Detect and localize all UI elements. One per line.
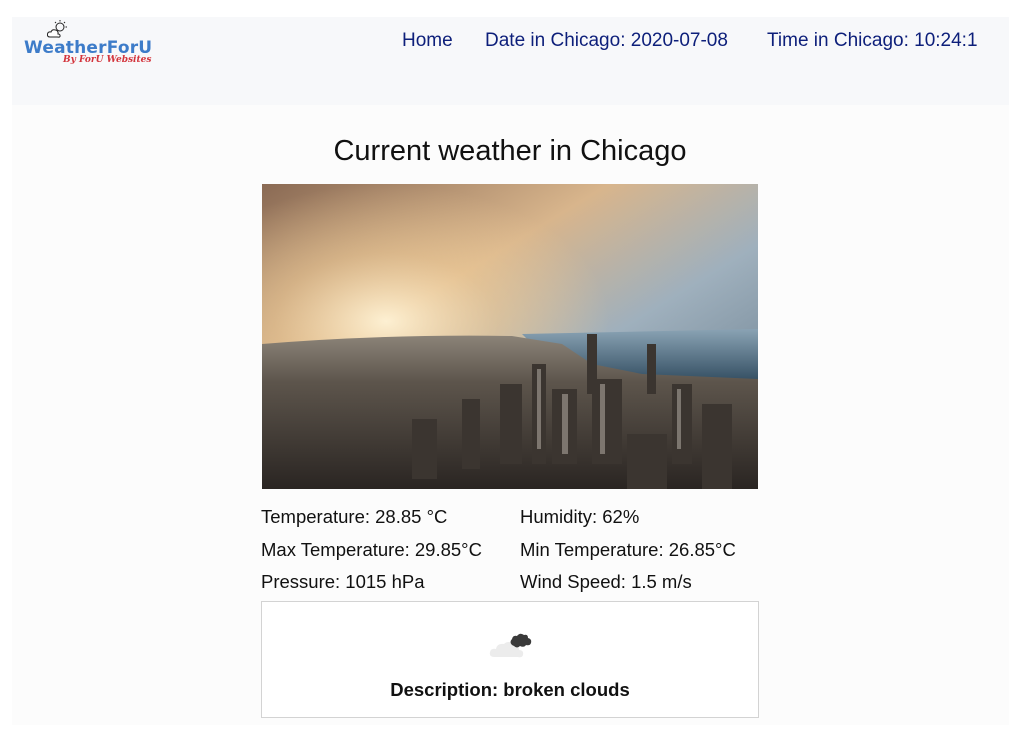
min-temperature-value: Min Temperature: 26.85°C: [520, 539, 736, 560]
nav-home-link[interactable]: Home: [402, 30, 453, 52]
weather-description: Description: broken clouds: [390, 679, 630, 700]
page-title: Current weather in Chicago: [333, 135, 687, 167]
sun-cloud-icon: [46, 20, 67, 38]
description-card: Description: broken clouds: [261, 601, 759, 718]
nav-time-link[interactable]: Time in Chicago: 10:24:1: [767, 30, 978, 52]
temperature-value: Temperature: 28.85 °C: [261, 506, 448, 527]
humidity-value: Humidity: 62%: [520, 506, 640, 527]
logo-tagline: By ForU Websites: [63, 55, 152, 65]
max-temperature-value: Max Temperature: 29.85°C: [261, 539, 482, 560]
pressure-value: Pressure: 1015 hPa: [261, 571, 425, 592]
broken-clouds-icon: [489, 633, 532, 658]
site-logo[interactable]: WeatherForU By ForU Websites: [24, 19, 152, 67]
wind-speed-value: Wind Speed: 1.5 m/s: [520, 571, 692, 592]
nav-date-link[interactable]: Date in Chicago: 2020-07-08: [485, 30, 728, 52]
city-photo: [262, 184, 758, 489]
